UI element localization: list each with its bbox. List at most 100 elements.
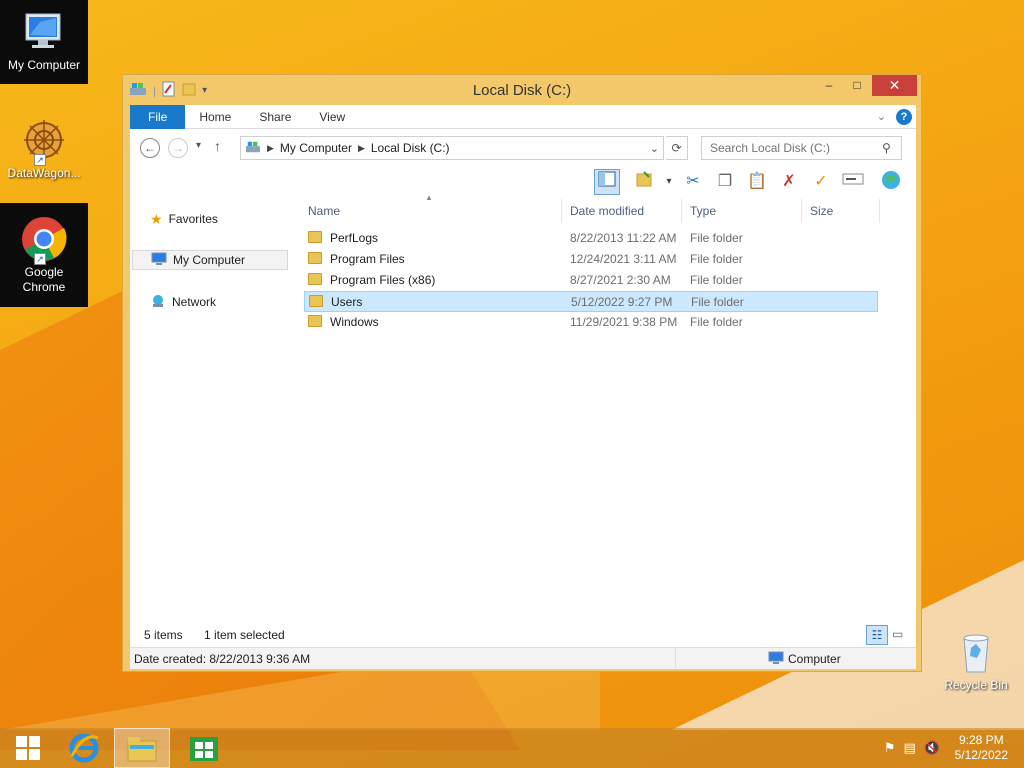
file-date: 8/27/2021 2:30 AM: [570, 273, 671, 287]
chevron-right-icon[interactable]: ▶: [267, 143, 274, 154]
address-dropdown-icon[interactable]: ⌄: [650, 142, 663, 155]
folder-icon: [308, 273, 322, 285]
datawagon-icon: ↗: [20, 116, 68, 166]
file-type: File folder: [690, 231, 743, 245]
address-field[interactable]: ▶ My Computer ▶ Local Disk (C:) ⌄: [240, 136, 664, 160]
cut-icon[interactable]: ✂: [680, 169, 706, 195]
file-date: 12/24/2021 3:11 AM: [570, 252, 677, 266]
file-name: Program Files (x86): [330, 273, 436, 287]
recycle-bin-icon: [952, 628, 1000, 676]
folder-icon: [308, 252, 322, 264]
up-button[interactable]: ↑: [214, 138, 221, 154]
file-explorer-taskbar-button[interactable]: [114, 728, 170, 768]
search-icon[interactable]: ⚲: [882, 141, 891, 155]
file-name: PerfLogs: [330, 231, 379, 245]
desktop-icon-label: DataWagon...: [7, 166, 81, 180]
nav-item-network[interactable]: Network: [132, 292, 288, 312]
folder-icon: [308, 231, 322, 243]
volume-muted-icon[interactable]: 🔇: [924, 740, 940, 756]
tab-view[interactable]: View: [305, 105, 359, 129]
clock-date: 5/12/2022: [954, 748, 1008, 762]
file-row-selected[interactable]: Users 5/12/2022 9:27 PM File folder: [304, 291, 878, 312]
expand-ribbon-icon[interactable]: ⌄: [877, 110, 886, 123]
star-icon: ★: [150, 210, 163, 227]
search-input[interactable]: [701, 136, 902, 160]
tab-share[interactable]: Share: [245, 105, 305, 129]
nav-item-my-computer[interactable]: My Computer: [132, 250, 288, 270]
column-header-date-modified[interactable]: Date modified: [562, 199, 682, 223]
globe-icon[interactable]: [878, 169, 904, 195]
details-bar: Date created: 8/22/2013 9:36 AM Computer: [130, 647, 916, 669]
nav-item-label: My Computer: [173, 253, 246, 267]
preview-pane-button[interactable]: [594, 169, 620, 195]
desktop-icon-label: My Computer: [7, 58, 81, 72]
maximize-button[interactable]: □: [843, 75, 871, 96]
breadcrumb-local-disk[interactable]: Local Disk (C:): [371, 141, 450, 155]
column-header-name[interactable]: Name: [300, 199, 562, 223]
clock-time: 9:28 PM: [958, 733, 1004, 747]
rename-icon[interactable]: [840, 169, 866, 195]
chevron-right-icon[interactable]: ▶: [358, 143, 365, 154]
close-button[interactable]: ✕: [872, 75, 917, 96]
desktop-icon-my-computer[interactable]: My Computer: [0, 0, 88, 84]
tab-home[interactable]: Home: [185, 105, 245, 129]
address-bar-row: ← → ▾ ↑ ▶ My Computer ▶ Local Disk (C:) …: [130, 129, 916, 167]
paste-icon[interactable]: 📋: [744, 169, 770, 195]
folder-icon: [309, 295, 323, 307]
file-row[interactable]: Program Files (x86) 8/27/2021 2:30 AM Fi…: [304, 270, 878, 291]
item-count: 5 items: [144, 628, 183, 642]
navigation-pane: ★ Favorites My Computer Network: [130, 197, 290, 643]
breadcrumb-my-computer[interactable]: My Computer: [280, 141, 352, 155]
desktop-icon-label: Google Chrome: [22, 265, 66, 294]
file-type: File folder: [690, 315, 743, 329]
tab-file[interactable]: File: [130, 104, 186, 129]
details-view-icon[interactable]: ☷: [866, 625, 888, 645]
refresh-button[interactable]: ⟳: [666, 136, 688, 160]
action-center-flag-icon[interactable]: ⚑: [884, 740, 896, 756]
internet-explorer-icon[interactable]: [56, 728, 112, 768]
taskbar: ⚑ ▤ 🔇 9:28 PM 5/12/2022: [0, 728, 1024, 768]
file-type: File folder: [691, 295, 744, 309]
file-row[interactable]: PerfLogs 8/22/2013 11:22 AM File folder: [304, 228, 878, 249]
command-toolbar: ▾ ✂ ❐ 📋 ✗ ✓: [130, 167, 916, 197]
file-name: Program Files: [330, 252, 405, 266]
network-icon: [150, 294, 166, 311]
recent-locations-button[interactable]: ▾: [196, 140, 201, 151]
location-label: Computer: [788, 652, 841, 666]
network-status-icon[interactable]: ▤: [904, 740, 916, 756]
help-icon[interactable]: ?: [896, 108, 912, 125]
open-with-icon[interactable]: [632, 169, 658, 195]
status-bar: 5 items 1 item selected ☷ ▭: [130, 623, 916, 647]
nav-item-favorites[interactable]: ★ Favorites: [132, 209, 288, 229]
window-title: Local Disk (C:): [472, 82, 572, 99]
delete-icon[interactable]: ✗: [776, 169, 802, 195]
file-date: 11/29/2021 9:38 PM: [570, 315, 678, 329]
back-button[interactable]: ←: [140, 138, 160, 158]
dropdown-arrow-icon[interactable]: ▾: [656, 169, 682, 195]
shortcut-arrow-icon: ↗: [34, 154, 46, 166]
computer-icon: [151, 252, 167, 269]
title-bar[interactable]: | ▾ Local Disk (C:) – □ ✕: [123, 75, 921, 105]
desktop-icon-google-chrome[interactable]: ↗ Google Chrome: [0, 203, 88, 307]
checkmark-icon[interactable]: ✓: [808, 169, 834, 195]
store-icon[interactable]: [176, 728, 232, 768]
computer-icon: [768, 651, 784, 668]
file-type: File folder: [690, 252, 743, 266]
file-list: ▲ Name Date modified Type Size PerfLogs …: [300, 193, 906, 617]
file-row[interactable]: Windows 11/29/2021 9:38 PM File folder: [304, 312, 878, 333]
column-header-type[interactable]: Type: [682, 199, 802, 223]
file-row[interactable]: Program Files 12/24/2021 3:11 AM File fo…: [304, 249, 878, 270]
desktop-icon-datawagon[interactable]: ↗ DataWagon...: [0, 108, 88, 184]
forward-button[interactable]: →: [168, 138, 188, 158]
divider: [675, 648, 676, 668]
clock[interactable]: 9:28 PM 5/12/2022: [955, 733, 1008, 763]
large-icons-view-icon[interactable]: ▭: [892, 627, 903, 641]
start-button[interactable]: [0, 728, 56, 768]
chrome-icon: ↗: [20, 215, 68, 265]
column-header-size[interactable]: Size: [802, 199, 880, 223]
minimize-button[interactable]: –: [815, 75, 843, 96]
desktop-icon-recycle-bin[interactable]: Recycle Bin: [932, 622, 1020, 698]
copy-icon[interactable]: ❐: [712, 169, 738, 195]
nav-item-label: Network: [172, 295, 217, 309]
system-tray: ⚑ ▤ 🔇: [884, 740, 940, 756]
